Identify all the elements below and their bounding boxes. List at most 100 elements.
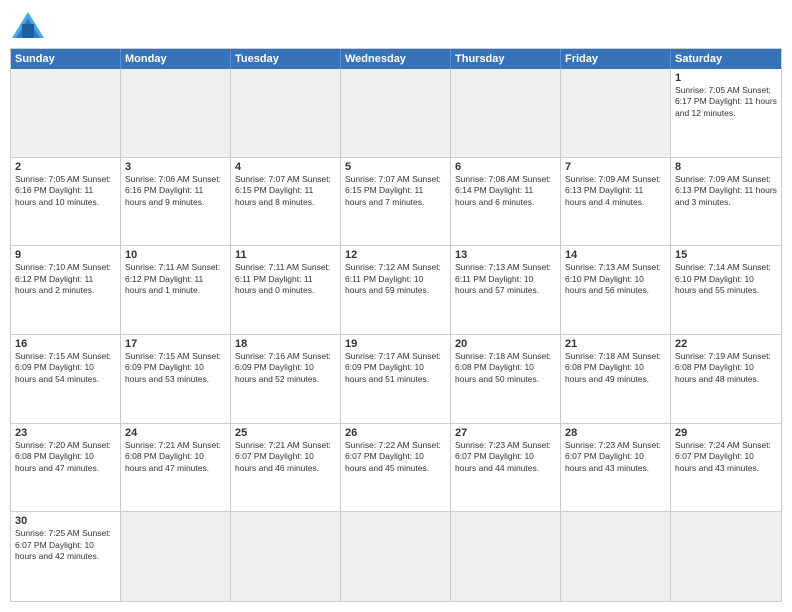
cell-info: Sunrise: 7:17 AM Sunset: 6:09 PM Dayligh… — [345, 351, 446, 385]
calendar-cell: 4Sunrise: 7:07 AM Sunset: 6:15 PM Daylig… — [231, 158, 341, 247]
cell-info: Sunrise: 7:18 AM Sunset: 6:08 PM Dayligh… — [565, 351, 666, 385]
cell-info: Sunrise: 7:11 AM Sunset: 6:12 PM Dayligh… — [125, 262, 226, 296]
calendar-cell: 13Sunrise: 7:13 AM Sunset: 6:11 PM Dayli… — [451, 246, 561, 335]
calendar-cell — [231, 512, 341, 601]
calendar-cell: 20Sunrise: 7:18 AM Sunset: 6:08 PM Dayli… — [451, 335, 561, 424]
calendar-cell — [451, 69, 561, 158]
calendar: SundayMondayTuesdayWednesdayThursdayFrid… — [10, 48, 782, 602]
date-number: 28 — [565, 427, 666, 439]
calendar-cell: 18Sunrise: 7:16 AM Sunset: 6:09 PM Dayli… — [231, 335, 341, 424]
day-header-saturday: Saturday — [671, 49, 781, 69]
cell-info: Sunrise: 7:05 AM Sunset: 6:16 PM Dayligh… — [15, 174, 116, 208]
cell-info: Sunrise: 7:19 AM Sunset: 6:08 PM Dayligh… — [675, 351, 777, 385]
calendar-cell — [451, 512, 561, 601]
cell-info: Sunrise: 7:12 AM Sunset: 6:11 PM Dayligh… — [345, 262, 446, 296]
date-number: 2 — [15, 161, 116, 173]
cell-info: Sunrise: 7:15 AM Sunset: 6:09 PM Dayligh… — [125, 351, 226, 385]
header — [10, 10, 782, 40]
page: SundayMondayTuesdayWednesdayThursdayFrid… — [0, 0, 792, 612]
date-number: 19 — [345, 338, 446, 350]
calendar-cell: 28Sunrise: 7:23 AM Sunset: 6:07 PM Dayli… — [561, 424, 671, 513]
calendar-cell — [341, 512, 451, 601]
calendar-cell: 22Sunrise: 7:19 AM Sunset: 6:08 PM Dayli… — [671, 335, 781, 424]
date-number: 10 — [125, 249, 226, 261]
calendar-cell — [561, 69, 671, 158]
calendar-cell: 14Sunrise: 7:13 AM Sunset: 6:10 PM Dayli… — [561, 246, 671, 335]
cell-info: Sunrise: 7:14 AM Sunset: 6:10 PM Dayligh… — [675, 262, 777, 296]
date-number: 5 — [345, 161, 446, 173]
date-number: 18 — [235, 338, 336, 350]
cell-info: Sunrise: 7:22 AM Sunset: 6:07 PM Dayligh… — [345, 440, 446, 474]
date-number: 9 — [15, 249, 116, 261]
date-number: 15 — [675, 249, 777, 261]
date-number: 3 — [125, 161, 226, 173]
date-number: 1 — [675, 72, 777, 84]
cell-info: Sunrise: 7:25 AM Sunset: 6:07 PM Dayligh… — [15, 528, 116, 562]
date-number: 27 — [455, 427, 556, 439]
cell-info: Sunrise: 7:08 AM Sunset: 6:14 PM Dayligh… — [455, 174, 556, 208]
date-number: 13 — [455, 249, 556, 261]
calendar-cell: 27Sunrise: 7:23 AM Sunset: 6:07 PM Dayli… — [451, 424, 561, 513]
cell-info: Sunrise: 7:21 AM Sunset: 6:07 PM Dayligh… — [235, 440, 336, 474]
calendar-cell: 12Sunrise: 7:12 AM Sunset: 6:11 PM Dayli… — [341, 246, 451, 335]
calendar-cell: 19Sunrise: 7:17 AM Sunset: 6:09 PM Dayli… — [341, 335, 451, 424]
date-number: 12 — [345, 249, 446, 261]
cell-info: Sunrise: 7:13 AM Sunset: 6:10 PM Dayligh… — [565, 262, 666, 296]
calendar-cell: 6Sunrise: 7:08 AM Sunset: 6:14 PM Daylig… — [451, 158, 561, 247]
calendar-cell — [561, 512, 671, 601]
day-headers: SundayMondayTuesdayWednesdayThursdayFrid… — [11, 49, 781, 69]
cell-info: Sunrise: 7:18 AM Sunset: 6:08 PM Dayligh… — [455, 351, 556, 385]
logo — [10, 10, 50, 40]
cell-info: Sunrise: 7:07 AM Sunset: 6:15 PM Dayligh… — [345, 174, 446, 208]
cell-info: Sunrise: 7:07 AM Sunset: 6:15 PM Dayligh… — [235, 174, 336, 208]
cell-info: Sunrise: 7:23 AM Sunset: 6:07 PM Dayligh… — [455, 440, 556, 474]
cell-info: Sunrise: 7:10 AM Sunset: 6:12 PM Dayligh… — [15, 262, 116, 296]
date-number: 29 — [675, 427, 777, 439]
calendar-grid: 1Sunrise: 7:05 AM Sunset: 6:17 PM Daylig… — [11, 69, 781, 601]
calendar-cell: 25Sunrise: 7:21 AM Sunset: 6:07 PM Dayli… — [231, 424, 341, 513]
date-number: 6 — [455, 161, 556, 173]
calendar-cell: 10Sunrise: 7:11 AM Sunset: 6:12 PM Dayli… — [121, 246, 231, 335]
date-number: 17 — [125, 338, 226, 350]
date-number: 26 — [345, 427, 446, 439]
calendar-cell — [11, 69, 121, 158]
date-number: 21 — [565, 338, 666, 350]
cell-info: Sunrise: 7:23 AM Sunset: 6:07 PM Dayligh… — [565, 440, 666, 474]
calendar-cell — [121, 69, 231, 158]
date-number: 7 — [565, 161, 666, 173]
cell-info: Sunrise: 7:05 AM Sunset: 6:17 PM Dayligh… — [675, 85, 777, 119]
calendar-cell: 21Sunrise: 7:18 AM Sunset: 6:08 PM Dayli… — [561, 335, 671, 424]
calendar-cell — [341, 69, 451, 158]
cell-info: Sunrise: 7:15 AM Sunset: 6:09 PM Dayligh… — [15, 351, 116, 385]
calendar-cell: 24Sunrise: 7:21 AM Sunset: 6:08 PM Dayli… — [121, 424, 231, 513]
calendar-cell: 9Sunrise: 7:10 AM Sunset: 6:12 PM Daylig… — [11, 246, 121, 335]
calendar-cell — [671, 512, 781, 601]
date-number: 25 — [235, 427, 336, 439]
date-number: 24 — [125, 427, 226, 439]
calendar-cell: 1Sunrise: 7:05 AM Sunset: 6:17 PM Daylig… — [671, 69, 781, 158]
date-number: 23 — [15, 427, 116, 439]
calendar-cell: 8Sunrise: 7:09 AM Sunset: 6:13 PM Daylig… — [671, 158, 781, 247]
cell-info: Sunrise: 7:16 AM Sunset: 6:09 PM Dayligh… — [235, 351, 336, 385]
cell-info: Sunrise: 7:13 AM Sunset: 6:11 PM Dayligh… — [455, 262, 556, 296]
day-header-friday: Friday — [561, 49, 671, 69]
day-header-monday: Monday — [121, 49, 231, 69]
day-header-sunday: Sunday — [11, 49, 121, 69]
cell-info: Sunrise: 7:09 AM Sunset: 6:13 PM Dayligh… — [675, 174, 777, 208]
calendar-cell: 5Sunrise: 7:07 AM Sunset: 6:15 PM Daylig… — [341, 158, 451, 247]
calendar-cell: 15Sunrise: 7:14 AM Sunset: 6:10 PM Dayli… — [671, 246, 781, 335]
calendar-cell — [121, 512, 231, 601]
date-number: 4 — [235, 161, 336, 173]
calendar-cell: 11Sunrise: 7:11 AM Sunset: 6:11 PM Dayli… — [231, 246, 341, 335]
calendar-cell: 2Sunrise: 7:05 AM Sunset: 6:16 PM Daylig… — [11, 158, 121, 247]
cell-info: Sunrise: 7:24 AM Sunset: 6:07 PM Dayligh… — [675, 440, 777, 474]
day-header-wednesday: Wednesday — [341, 49, 451, 69]
calendar-cell: 3Sunrise: 7:06 AM Sunset: 6:16 PM Daylig… — [121, 158, 231, 247]
date-number: 14 — [565, 249, 666, 261]
calendar-cell: 29Sunrise: 7:24 AM Sunset: 6:07 PM Dayli… — [671, 424, 781, 513]
calendar-cell: 16Sunrise: 7:15 AM Sunset: 6:09 PM Dayli… — [11, 335, 121, 424]
date-number: 30 — [15, 515, 116, 527]
calendar-cell: 17Sunrise: 7:15 AM Sunset: 6:09 PM Dayli… — [121, 335, 231, 424]
calendar-cell: 7Sunrise: 7:09 AM Sunset: 6:13 PM Daylig… — [561, 158, 671, 247]
date-number: 8 — [675, 161, 777, 173]
